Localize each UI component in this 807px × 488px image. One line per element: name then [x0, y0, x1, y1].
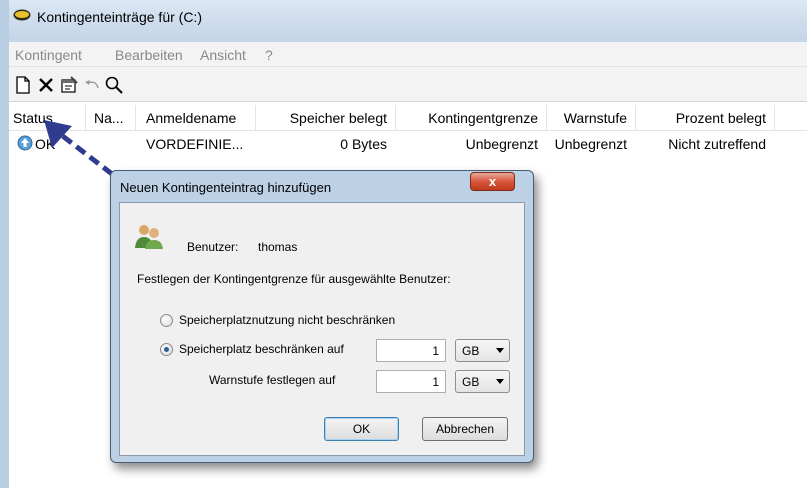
instruction-text: Festlegen der Kontingentgrenze für ausge…	[137, 272, 451, 286]
unlimited-option-label[interactable]: Speicherplatznutzung nicht beschränken	[179, 313, 395, 327]
limit-unit-value: GB	[462, 344, 480, 358]
limit-unit-select[interactable]: GB	[455, 339, 510, 362]
row-limit: Unbegrenzt	[465, 136, 538, 152]
find-icon[interactable]	[103, 74, 125, 96]
list-header: Status Na... Anmeldename Speicher belegt…	[9, 105, 807, 131]
row-warning: Unbegrenzt	[554, 136, 627, 152]
menu-kontingent[interactable]: Kontingent	[15, 47, 82, 63]
unlimited-radio[interactable]	[160, 314, 173, 327]
table-row[interactable]: OK VORDEFINIE... 0 Bytes Unbegrenzt Unbe…	[9, 133, 807, 155]
status-ok-icon	[17, 135, 33, 151]
menu-bearbeiten[interactable]: Bearbeiten	[115, 47, 183, 63]
window-title: Kontingenteinträge für (C:)	[37, 9, 202, 25]
warning-unit-value: GB	[462, 375, 480, 389]
pointer-arrow-icon	[44, 120, 114, 176]
column-used[interactable]: Speicher belegt	[259, 110, 387, 126]
column-warning[interactable]: Warnstufe	[550, 110, 627, 126]
chevron-down-icon	[496, 348, 504, 353]
row-used: 0 Bytes	[340, 136, 387, 152]
warning-value-input[interactable]: 1	[376, 370, 446, 393]
users-icon	[135, 225, 163, 249]
warning-label: Warnstufe festlegen auf	[209, 373, 336, 387]
undo-icon[interactable]	[81, 74, 103, 96]
new-entry-icon[interactable]	[12, 74, 34, 96]
chevron-down-icon	[496, 379, 504, 384]
properties-icon[interactable]	[58, 74, 80, 96]
title-bar[interactable]: Kontingenteinträge für (C:)	[9, 0, 807, 42]
row-login: VORDEFINIE...	[146, 136, 244, 152]
menu-ansicht[interactable]: Ansicht	[200, 47, 246, 63]
limit-value-input[interactable]: 1	[376, 339, 446, 362]
disk-icon	[13, 9, 31, 21]
column-percent[interactable]: Prozent belegt	[639, 110, 766, 126]
menu-help[interactable]: ?	[265, 47, 273, 63]
warning-unit-select[interactable]: GB	[455, 370, 510, 393]
user-value: thomas	[258, 240, 298, 254]
column-limit[interactable]: Kontingentgrenze	[399, 110, 538, 126]
new-quota-entry-dialog: Neuen Kontingenteintrag hinzufügen x Ben…	[110, 170, 534, 463]
close-button[interactable]: x	[470, 172, 515, 191]
ok-button[interactable]: OK	[324, 417, 399, 441]
menu-bar: Kontingent Bearbeiten Ansicht ?	[9, 42, 807, 67]
limited-radio[interactable]	[160, 343, 173, 356]
limited-option-label[interactable]: Speicherplatz beschränken auf	[179, 342, 344, 356]
user-label: Benutzer:	[187, 240, 239, 254]
dialog-body: Benutzer: thomas Festlegen der Kontingen…	[119, 202, 525, 456]
row-percent: Nicht zutreffend	[668, 136, 766, 152]
cancel-button[interactable]: Abbrechen	[422, 417, 508, 441]
dialog-title: Neuen Kontingenteintrag hinzufügen	[120, 180, 332, 195]
column-login[interactable]: Anmeldename	[146, 110, 236, 126]
toolbar	[9, 67, 807, 102]
delete-icon[interactable]	[35, 74, 57, 96]
